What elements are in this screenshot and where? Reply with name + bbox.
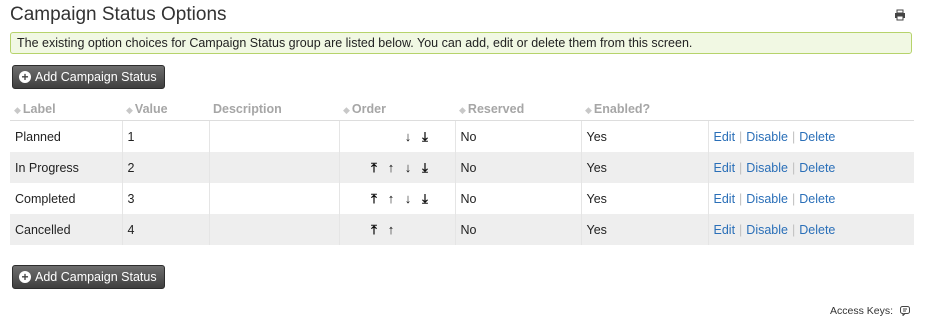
cell-label: In Progress bbox=[10, 152, 123, 183]
separator: | bbox=[739, 160, 743, 175]
delete-link[interactable]: Delete bbox=[799, 223, 835, 237]
cell-order: ⤒ ↑ ↓ ⤓ bbox=[339, 152, 456, 183]
cell-label: Completed bbox=[10, 183, 123, 214]
cell-reserved: No bbox=[455, 214, 582, 245]
add-campaign-status-button[interactable]: + Add Campaign Status bbox=[12, 65, 165, 89]
cell-enabled: Yes bbox=[581, 120, 709, 152]
column-header-reserved[interactable]: ◆ Reserved bbox=[455, 97, 581, 121]
move-to-top-icon[interactable]: ⤒ bbox=[366, 222, 383, 238]
move-to-top-icon[interactable]: ⤒ bbox=[366, 160, 383, 176]
cell-order: ⤒ ↑ ↓ ⤓ bbox=[339, 183, 456, 214]
cell-description bbox=[209, 152, 340, 183]
cell-enabled: Yes bbox=[581, 183, 709, 214]
move-to-bottom-icon[interactable]: ⤓ bbox=[417, 129, 434, 145]
cell-actions: Edit | Disable | Delete bbox=[708, 152, 914, 183]
cell-value: 2 bbox=[122, 152, 210, 183]
add-campaign-status-label: Add Campaign Status bbox=[35, 70, 157, 84]
move-up-icon[interactable]: ↑ bbox=[383, 160, 400, 175]
edit-link[interactable]: Edit bbox=[714, 192, 736, 206]
table-row: In Progress 2 ⤒ ↑ ↓ ⤓ No Yes Edit | Disable | D… bbox=[10, 152, 914, 183]
column-header-description: Description bbox=[209, 97, 339, 121]
separator: | bbox=[739, 222, 743, 237]
cell-enabled: Yes bbox=[581, 152, 709, 183]
cell-reserved: No bbox=[455, 120, 582, 152]
cell-enabled: Yes bbox=[581, 214, 709, 245]
cell-actions: Edit | Disable | Delete bbox=[708, 183, 914, 214]
move-down-icon[interactable]: ↓ bbox=[400, 129, 417, 144]
delete-link[interactable]: Delete bbox=[799, 161, 835, 175]
delete-link[interactable]: Delete bbox=[799, 192, 835, 206]
column-header-enabled[interactable]: ◆ Enabled? bbox=[581, 97, 708, 121]
sort-icon: ◆ bbox=[343, 104, 350, 115]
options-table: ◆ Label ◆ Value Description ◆ Order ◆ Reserv… bbox=[10, 97, 914, 245]
sort-icon: ◆ bbox=[585, 104, 592, 115]
cell-value: 3 bbox=[122, 183, 210, 214]
disable-link[interactable]: Disable bbox=[746, 192, 788, 206]
info-notice: The existing option choices for Campaign… bbox=[10, 32, 912, 54]
table-row: Planned 1 ↓ ⤓ No Yes Edit | Disable | Delete bbox=[10, 120, 914, 152]
cell-reserved: No bbox=[455, 183, 582, 214]
edit-link[interactable]: Edit bbox=[714, 130, 736, 144]
move-down-icon[interactable]: ↓ bbox=[400, 160, 417, 175]
column-header-label[interactable]: ◆ Label bbox=[10, 97, 122, 121]
page-title: Campaign Status Options bbox=[10, 4, 227, 25]
plus-circle-icon: + bbox=[19, 271, 31, 283]
move-to-top-icon[interactable]: ⤒ bbox=[366, 191, 383, 207]
sort-icon: ◆ bbox=[14, 104, 21, 115]
cell-value: 1 bbox=[122, 120, 210, 152]
separator: | bbox=[791, 160, 796, 175]
table-row: Cancelled 4 ⤒ ↑ No Yes Edit | Disable | Delet… bbox=[10, 214, 914, 245]
move-down-icon[interactable]: ↓ bbox=[400, 191, 417, 206]
separator: | bbox=[791, 129, 796, 144]
cell-value: 4 bbox=[122, 214, 210, 245]
cell-actions: Edit | Disable | Delete bbox=[708, 120, 914, 152]
cell-label: Cancelled bbox=[10, 214, 123, 245]
separator: | bbox=[739, 129, 743, 144]
cell-reserved: No bbox=[455, 152, 582, 183]
column-header-order[interactable]: ◆ Order bbox=[339, 97, 455, 121]
cell-description bbox=[209, 120, 340, 152]
edit-link[interactable]: Edit bbox=[714, 161, 736, 175]
access-keys-label: Access Keys: bbox=[830, 305, 894, 317]
cell-order: ↓ ⤓ bbox=[339, 120, 456, 152]
sort-icon: ◆ bbox=[459, 104, 466, 115]
column-header-value[interactable]: ◆ Value bbox=[122, 97, 209, 121]
cell-label: Planned bbox=[10, 120, 123, 152]
add-campaign-status-label: Add Campaign Status bbox=[35, 270, 157, 284]
cell-description bbox=[209, 214, 340, 245]
add-campaign-status-button[interactable]: + Add Campaign Status bbox=[12, 265, 165, 289]
separator: | bbox=[791, 222, 796, 237]
cell-order: ⤒ ↑ bbox=[339, 214, 456, 245]
move-to-bottom-icon[interactable]: ⤓ bbox=[417, 191, 434, 207]
disable-link[interactable]: Disable bbox=[746, 130, 788, 144]
move-to-bottom-icon[interactable]: ⤓ bbox=[417, 160, 434, 176]
cell-description bbox=[209, 183, 340, 214]
disable-link[interactable]: Disable bbox=[746, 223, 788, 237]
delete-link[interactable]: Delete bbox=[799, 130, 835, 144]
table-row: Completed 3 ⤒ ↑ ↓ ⤓ No Yes Edit | Disable | Del… bbox=[10, 183, 914, 214]
disable-link[interactable]: Disable bbox=[746, 161, 788, 175]
help-icon[interactable] bbox=[900, 306, 910, 316]
cell-actions: Edit | Disable | Delete bbox=[708, 214, 914, 245]
separator: | bbox=[739, 191, 743, 206]
print-icon[interactable] bbox=[894, 9, 906, 21]
move-up-icon[interactable]: ↑ bbox=[383, 191, 400, 206]
sort-icon: ◆ bbox=[126, 104, 133, 115]
move-up-icon[interactable]: ↑ bbox=[383, 222, 400, 237]
plus-circle-icon: + bbox=[19, 71, 31, 83]
edit-link[interactable]: Edit bbox=[714, 223, 736, 237]
separator: | bbox=[791, 191, 796, 206]
table-header-row: ◆ Label ◆ Value Description ◆ Order ◆ Reserv… bbox=[10, 97, 914, 121]
column-header-actions bbox=[708, 97, 914, 121]
